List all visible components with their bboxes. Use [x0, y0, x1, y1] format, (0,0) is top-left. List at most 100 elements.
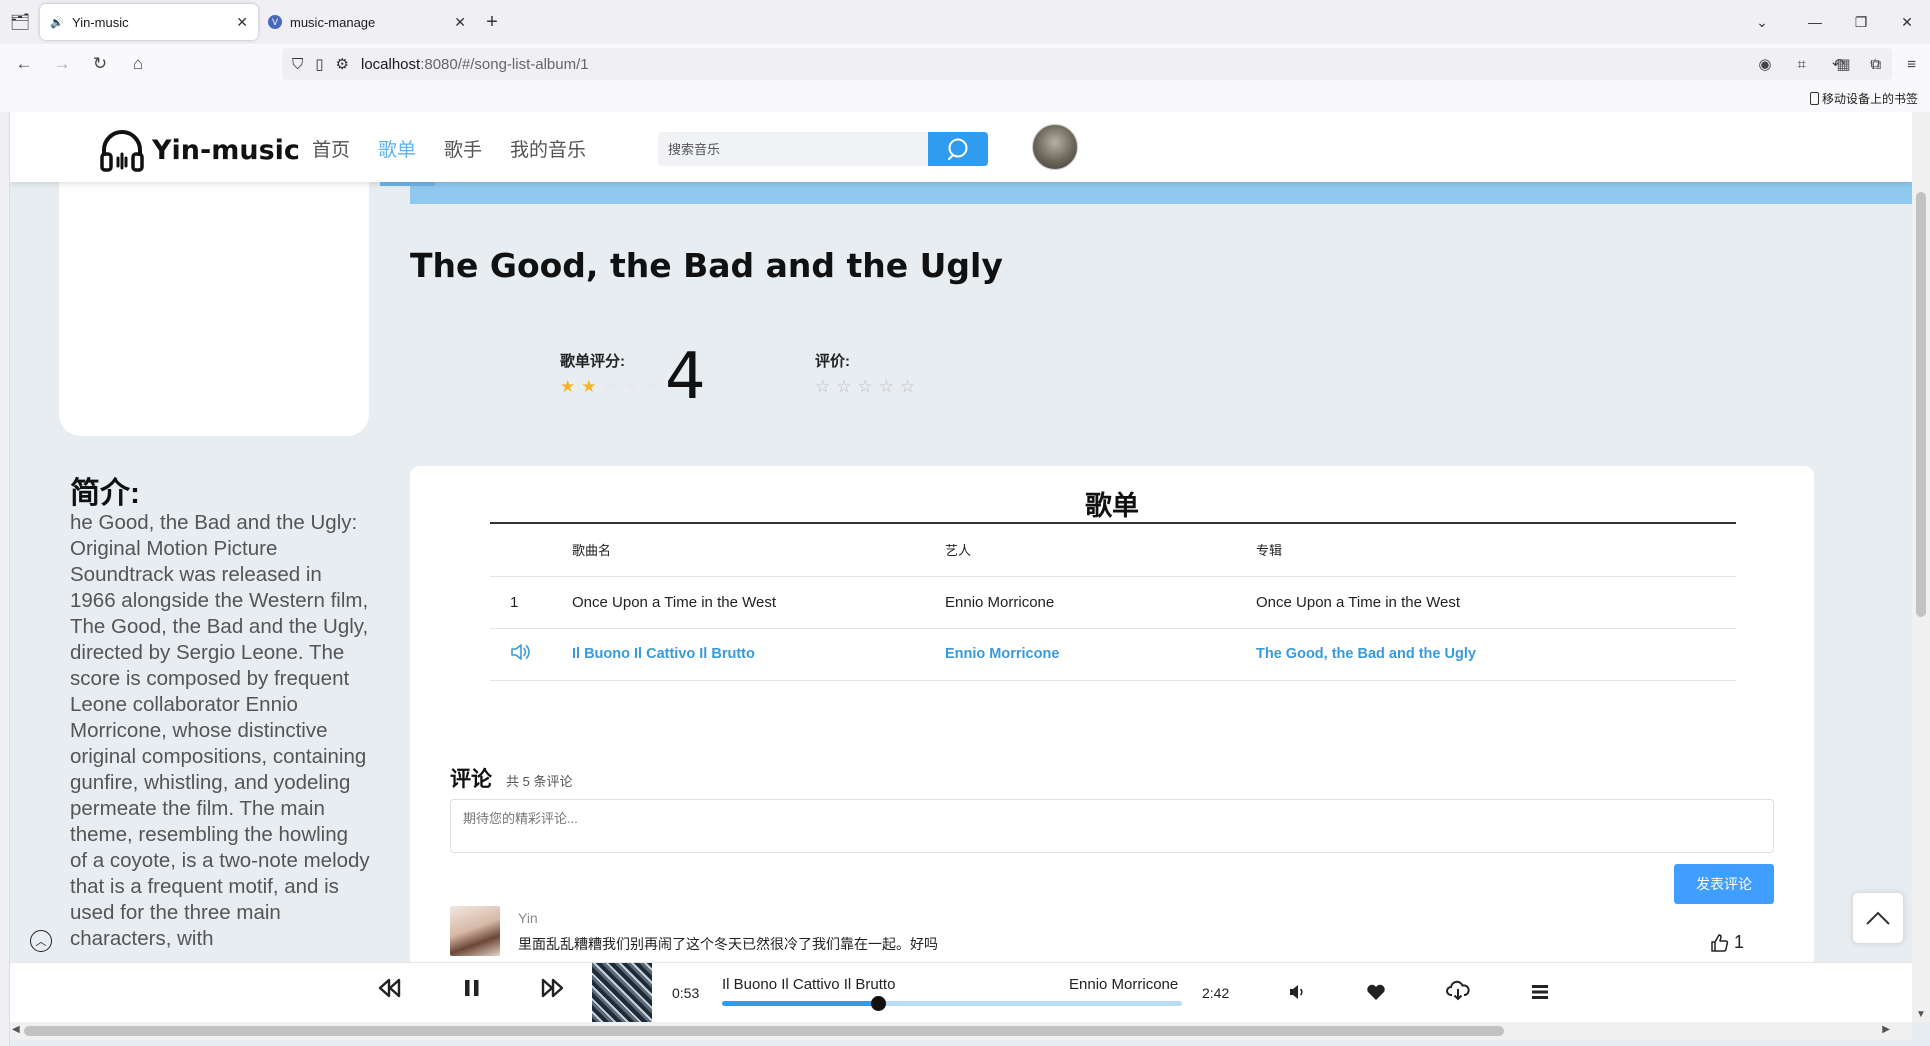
rating-stars: ★ ★ ★ ★ ★: [560, 377, 660, 397]
browser-tab-music-manage[interactable]: V music-manage ✕: [258, 4, 476, 40]
extensions-icon[interactable]: ⧉: [1871, 56, 1882, 73]
user-avatar[interactable]: [1032, 124, 1078, 170]
undo-icon[interactable]: ↶: [1832, 55, 1845, 73]
permissions-icon[interactable]: ⚙: [336, 55, 349, 73]
song-list-title: 歌单: [1085, 491, 1139, 521]
main-menu: 首页 歌单 歌手 我的音乐: [312, 135, 586, 162]
star-icon[interactable]: ☆: [858, 377, 873, 397]
menu-my-music[interactable]: 我的音乐: [510, 135, 586, 162]
browser-nav-bar: ← → ↻ ⌂ ⛉ ▯ ⚙ localhost:8080/#/song-list…: [0, 44, 1930, 84]
horizontal-scroll-thumb[interactable]: [24, 1026, 1504, 1036]
search-input[interactable]: [658, 132, 926, 166]
now-playing-artist: Ennio Morricone: [1069, 976, 1179, 993]
table-row-playing[interactable]: Il Buono Il Cattivo Il Brutto Ennio Morr…: [490, 628, 1736, 681]
star-icon[interactable]: ☆: [815, 377, 830, 397]
chevron-up-icon: [1866, 911, 1890, 925]
playlist-menu-icon[interactable]: [1530, 981, 1550, 1007]
post-comment-button[interactable]: 发表评论: [1674, 864, 1774, 904]
home-icon[interactable]: ⌂: [128, 54, 148, 74]
scroll-right-arrow[interactable]: ▶: [1882, 1024, 1890, 1035]
row-song-name[interactable]: Once Upon a Time in the West: [572, 576, 945, 629]
menu-home[interactable]: 首页: [312, 135, 350, 162]
left-sidebar-strip: [0, 112, 10, 1046]
comment-avatar: [450, 906, 500, 956]
pause-icon[interactable]: [462, 977, 482, 1005]
close-window-icon[interactable]: ✕: [1884, 0, 1930, 44]
table-row[interactable]: 1 Once Upon a Time in the West Ennio Mor…: [490, 576, 1736, 629]
search-icon: [948, 138, 968, 160]
star-icon[interactable]: ☆: [879, 377, 894, 397]
star-icon: ★: [623, 377, 639, 396]
new-tab-icon[interactable]: +: [476, 4, 508, 40]
logo[interactable]: Yin-music: [98, 126, 300, 174]
song-list-card: 歌单 歌曲名 艺人 专辑 1 Once Upon a Time in the W…: [410, 466, 1814, 1022]
progress-handle[interactable]: [871, 996, 887, 1011]
tab-list-icon[interactable]: 🗂: [0, 0, 40, 44]
forward-icon[interactable]: →: [52, 54, 72, 74]
vertical-scroll-thumb[interactable]: [1916, 192, 1926, 617]
heart-icon[interactable]: [1366, 981, 1386, 1007]
account-icon[interactable]: ◉: [1758, 55, 1771, 73]
back-icon[interactable]: ←: [14, 54, 34, 74]
now-playing-cover[interactable]: [592, 963, 652, 1022]
comment-like[interactable]: 1: [1710, 932, 1744, 953]
browser-tab-bar: 🗂 🔊 Yin-music ✕ V music-manage ✕ + ⌄ — ❐…: [0, 0, 1930, 44]
current-time: 0:53: [672, 985, 700, 1001]
star-icon[interactable]: ☆: [900, 377, 915, 397]
star-icon: ★: [602, 377, 618, 396]
duration: 2:42: [1202, 985, 1230, 1001]
collapse-player-icon[interactable]: ︿: [30, 930, 52, 952]
restore-icon[interactable]: ❐: [1838, 0, 1884, 44]
app-header: Yin-music 首页 歌单 歌手 我的音乐: [10, 112, 1912, 182]
browser-tab-yin-music[interactable]: 🔊 Yin-music ✕: [40, 4, 258, 40]
now-playing-song: Il Buono Il Cattivo Il Brutto: [722, 976, 896, 993]
download-icon[interactable]: [1446, 979, 1470, 1007]
scroll-left-arrow[interactable]: ◀: [12, 1024, 20, 1035]
col-album: 专辑: [1256, 524, 1736, 577]
close-icon[interactable]: ✕: [236, 14, 248, 31]
vertical-scrollbar[interactable]: ▼: [1912, 112, 1930, 1022]
row-album[interactable]: The Good, the Bad and the Ugly: [1256, 628, 1736, 681]
headphones-icon: [100, 130, 144, 172]
chevron-down-icon[interactable]: ⌄: [1732, 0, 1792, 44]
next-icon[interactable]: [540, 977, 564, 1005]
album-title: The Good, the Bad and the Ugly: [410, 246, 1003, 285]
previous-icon[interactable]: [378, 977, 402, 1005]
url-text[interactable]: localhost:8080/#/song-list-album/1: [361, 56, 589, 73]
back-to-top-button[interactable]: [1852, 892, 1904, 944]
row-album[interactable]: Once Upon a Time in the West: [1256, 576, 1736, 629]
mobile-bookmarks[interactable]: 移动设备上的书签: [1809, 90, 1918, 107]
menu-icon[interactable]: ≡: [1907, 56, 1916, 73]
scroll-down-arrow[interactable]: ▼: [1916, 1009, 1926, 1020]
song-table: 歌曲名 艺人 专辑 1 Once Upon a Time in the West…: [490, 524, 1736, 681]
menu-playlist[interactable]: 歌单: [378, 135, 416, 162]
shield-icon[interactable]: ⛉: [292, 56, 303, 73]
reload-icon[interactable]: ↻: [90, 54, 110, 74]
tab-title: music-manage: [290, 14, 376, 30]
search-button[interactable]: [928, 132, 988, 166]
star-icon: ★: [645, 377, 661, 396]
my-rating-stars[interactable]: ☆ ☆ ☆ ☆ ☆: [815, 377, 915, 397]
url-path: :8080/#/song-list-album/1: [420, 55, 589, 73]
row-artist[interactable]: Ennio Morricone: [945, 576, 1256, 629]
minimize-icon[interactable]: —: [1792, 0, 1838, 44]
url-bar[interactable]: ⛉ ▯ ⚙ localhost:8080/#/song-list-album/1…: [282, 48, 1892, 80]
star-icon[interactable]: ☆: [836, 377, 851, 397]
window-controls: ⌄ — ❐ ✕: [1732, 0, 1930, 44]
thumbs-up-icon[interactable]: [1710, 933, 1730, 953]
star-icon: ★: [560, 377, 576, 396]
row-song-name[interactable]: Il Buono Il Cattivo Il Brutto: [572, 628, 945, 681]
row-artist[interactable]: Ennio Morricone: [945, 628, 1256, 681]
bookmarks-bar: 移动设备上的书签: [0, 84, 1930, 112]
speaker-icon: 🔊: [50, 16, 64, 29]
crop-icon[interactable]: ⌗: [1797, 56, 1805, 73]
menu-singer[interactable]: 歌手: [444, 135, 482, 162]
volume-icon[interactable]: [1288, 981, 1306, 1007]
my-rating-label: 评价:: [815, 353, 850, 370]
close-icon[interactable]: ✕: [454, 14, 466, 31]
album-rating: 歌单评分: ★ ★ ★ ★ ★: [560, 350, 660, 397]
vue-icon: V: [268, 15, 282, 29]
horizontal-scrollbar[interactable]: ◀ ▶: [10, 1022, 1912, 1040]
comment-input[interactable]: [450, 799, 1774, 853]
progress-bar[interactable]: [722, 996, 1182, 1011]
